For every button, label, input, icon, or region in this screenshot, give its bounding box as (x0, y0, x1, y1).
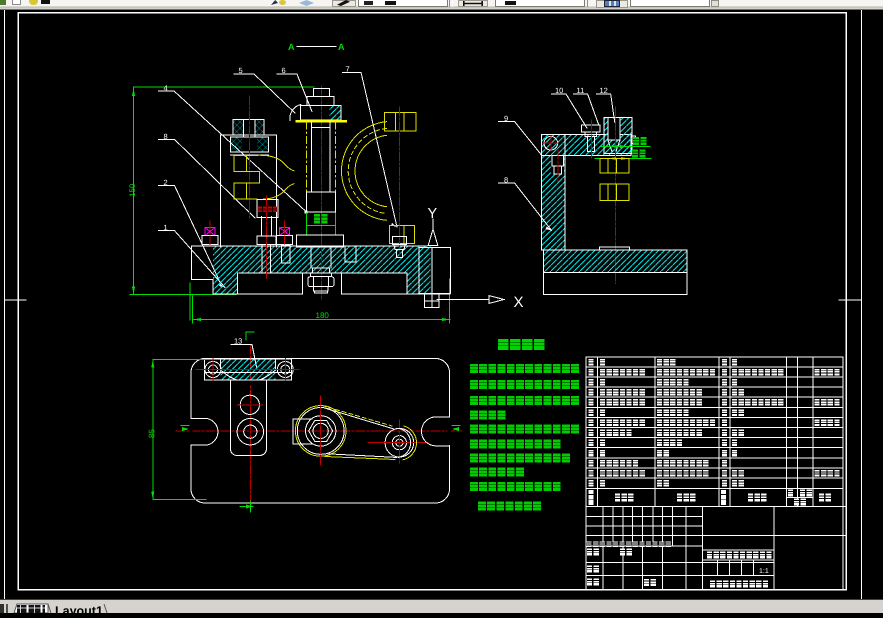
svg-text:85: 85 (147, 429, 156, 438)
svg-text:150: 150 (128, 183, 137, 197)
svg-text:X: X (514, 294, 524, 311)
svg-text:1:1: 1:1 (759, 568, 769, 575)
svg-text:A: A (288, 42, 295, 52)
svg-text:180: 180 (316, 311, 330, 320)
svg-text:A: A (338, 42, 345, 52)
